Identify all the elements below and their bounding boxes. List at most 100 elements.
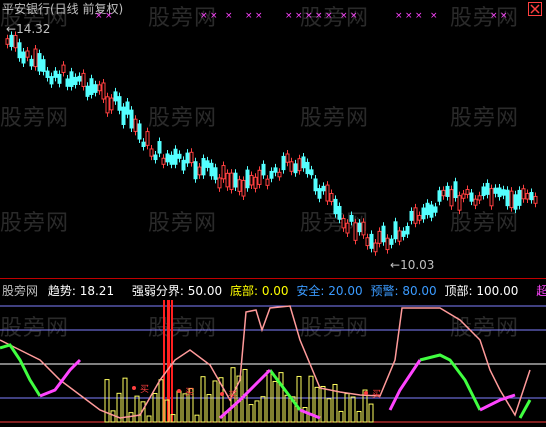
arrow-left-icon: ← xyxy=(6,22,17,36)
candlestick xyxy=(169,151,174,169)
candlestick xyxy=(285,149,290,167)
signal-marker: × xyxy=(395,11,403,21)
candlestick xyxy=(521,184,526,203)
candlestick xyxy=(105,92,110,117)
buy-signal-label: 买 xyxy=(185,387,194,398)
candlestick xyxy=(369,230,374,253)
candlestick xyxy=(241,176,246,201)
volume-bar xyxy=(146,415,152,423)
signal-marker: × xyxy=(340,11,348,21)
short-term-line xyxy=(419,353,482,411)
candlestick xyxy=(81,69,86,91)
candlestick xyxy=(353,218,358,245)
indicator-short: 超短: xyxy=(536,284,546,298)
candlestick xyxy=(425,199,430,219)
candlestick xyxy=(473,195,478,210)
candlestick xyxy=(301,152,306,172)
signal-marker: × xyxy=(305,11,313,21)
volume-bar xyxy=(128,412,134,423)
candlestick xyxy=(37,49,42,75)
volume-bar xyxy=(338,410,344,423)
candlestick xyxy=(429,201,434,222)
signal-dot xyxy=(177,389,181,393)
candlestick xyxy=(249,171,254,189)
volume-bar xyxy=(278,372,284,423)
signal-dot xyxy=(364,391,368,395)
candlestick xyxy=(401,227,406,241)
volume-bar xyxy=(356,410,362,423)
arrow-left-icon: ← xyxy=(390,258,401,272)
candlestick xyxy=(193,157,198,183)
indicator-divide: 强弱分界: 50.00 xyxy=(131,284,223,298)
signal-marker: × xyxy=(105,11,113,21)
indicator-chart: 买买买买 xyxy=(0,300,546,423)
volume-bar xyxy=(296,375,302,423)
candlestick xyxy=(17,38,22,62)
candlestick xyxy=(497,183,502,201)
candlestick xyxy=(533,192,538,208)
candlestick xyxy=(133,115,138,136)
candlestick xyxy=(381,222,386,246)
signal-marker: × xyxy=(295,11,303,21)
candlestick xyxy=(265,175,270,190)
candlestick xyxy=(517,186,522,210)
short-term-line xyxy=(388,359,422,411)
candlestick xyxy=(189,148,194,167)
candlestick xyxy=(441,186,446,200)
candlestick xyxy=(485,179,490,199)
candlestick xyxy=(125,98,130,119)
candlestick xyxy=(41,55,46,76)
candlestick xyxy=(357,219,362,236)
candlestick xyxy=(461,189,466,203)
candlestick xyxy=(93,80,98,97)
candlestick xyxy=(137,119,142,144)
volume-bar xyxy=(104,379,110,423)
candlestick xyxy=(161,154,166,169)
volume-bar xyxy=(326,398,332,423)
candlestick xyxy=(409,207,414,225)
candlestick xyxy=(129,106,134,132)
volume-bar xyxy=(272,380,278,423)
candlestick xyxy=(433,202,438,217)
candlestick xyxy=(141,138,146,151)
candlestick xyxy=(333,195,338,218)
candlestick xyxy=(197,163,202,179)
candlestick xyxy=(65,74,70,91)
candlestick xyxy=(173,145,178,169)
candlestick xyxy=(261,160,266,179)
short-term-line xyxy=(518,399,532,419)
candlestick xyxy=(309,165,314,179)
candlestick xyxy=(341,214,346,232)
candlestick xyxy=(481,182,486,200)
volume-bar xyxy=(254,400,260,423)
signal-marker: × xyxy=(415,11,423,21)
volume-bar xyxy=(266,370,272,423)
candlestick xyxy=(185,149,190,167)
volume-bar xyxy=(350,396,356,423)
candlestick xyxy=(345,219,350,238)
buy-signal-label: 买 xyxy=(140,384,149,395)
signal-marker: × xyxy=(430,11,438,21)
signal-marker: × xyxy=(285,11,293,21)
candlestick xyxy=(145,127,150,150)
candlestick xyxy=(29,55,34,70)
candlestick xyxy=(509,187,514,212)
indicator-top: 顶部: 100.00 xyxy=(444,284,519,298)
signal-marker: × xyxy=(350,11,358,21)
candlestick xyxy=(89,74,94,99)
indicator-trend: 趋势: 18.21 xyxy=(47,284,115,298)
candlestick xyxy=(373,239,378,256)
candlestick xyxy=(465,185,470,199)
candlestick xyxy=(181,156,186,175)
candlestick xyxy=(217,173,222,192)
volume-bar xyxy=(260,396,266,423)
candlestick xyxy=(321,182,326,195)
candlestick xyxy=(413,203,418,228)
candlestick xyxy=(153,151,158,164)
candlestick xyxy=(205,156,210,172)
candlestick xyxy=(277,168,282,181)
signal-marker: × xyxy=(210,11,218,21)
candlestick xyxy=(489,184,494,210)
candlestick xyxy=(329,189,334,206)
candlestick xyxy=(317,184,322,203)
